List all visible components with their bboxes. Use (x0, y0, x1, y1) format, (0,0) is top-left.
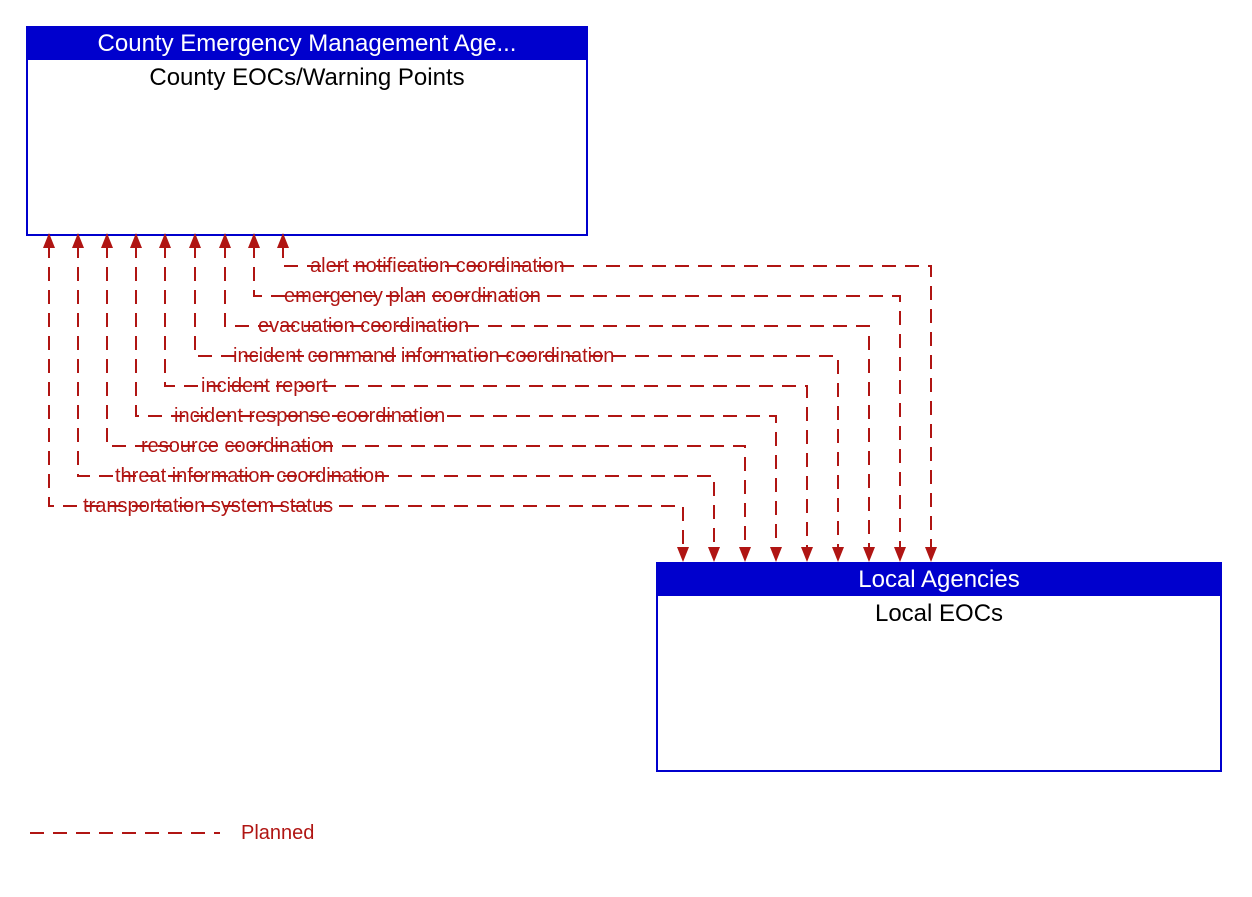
local-eoc-box: Local Agencies Local EOCs (656, 562, 1222, 772)
flow-label-4: incident report (199, 375, 330, 398)
flow-label-1: emergency plan coordination (282, 285, 543, 308)
local-eoc-title: Local EOCs (658, 596, 1220, 628)
flow-label-2: evacuation coordination (256, 315, 471, 338)
flow-label-5: incident response coordination (172, 405, 447, 428)
flow-label-6: resource coordination (139, 435, 335, 458)
flow-label-8: transportation system status (81, 495, 335, 518)
flow-label-3: incident command information coordinatio… (231, 345, 616, 368)
county-eoc-box: County Emergency Management Age... Count… (26, 26, 588, 236)
legend-planned-label: Planned (241, 822, 314, 845)
county-eoc-header: County Emergency Management Age... (28, 28, 586, 60)
county-eoc-title: County EOCs/Warning Points (28, 60, 586, 92)
flow-label-7: threat information coordination (113, 465, 387, 488)
flow-label-0: alert notification coordination (308, 255, 567, 278)
local-eoc-header: Local Agencies (658, 564, 1220, 596)
